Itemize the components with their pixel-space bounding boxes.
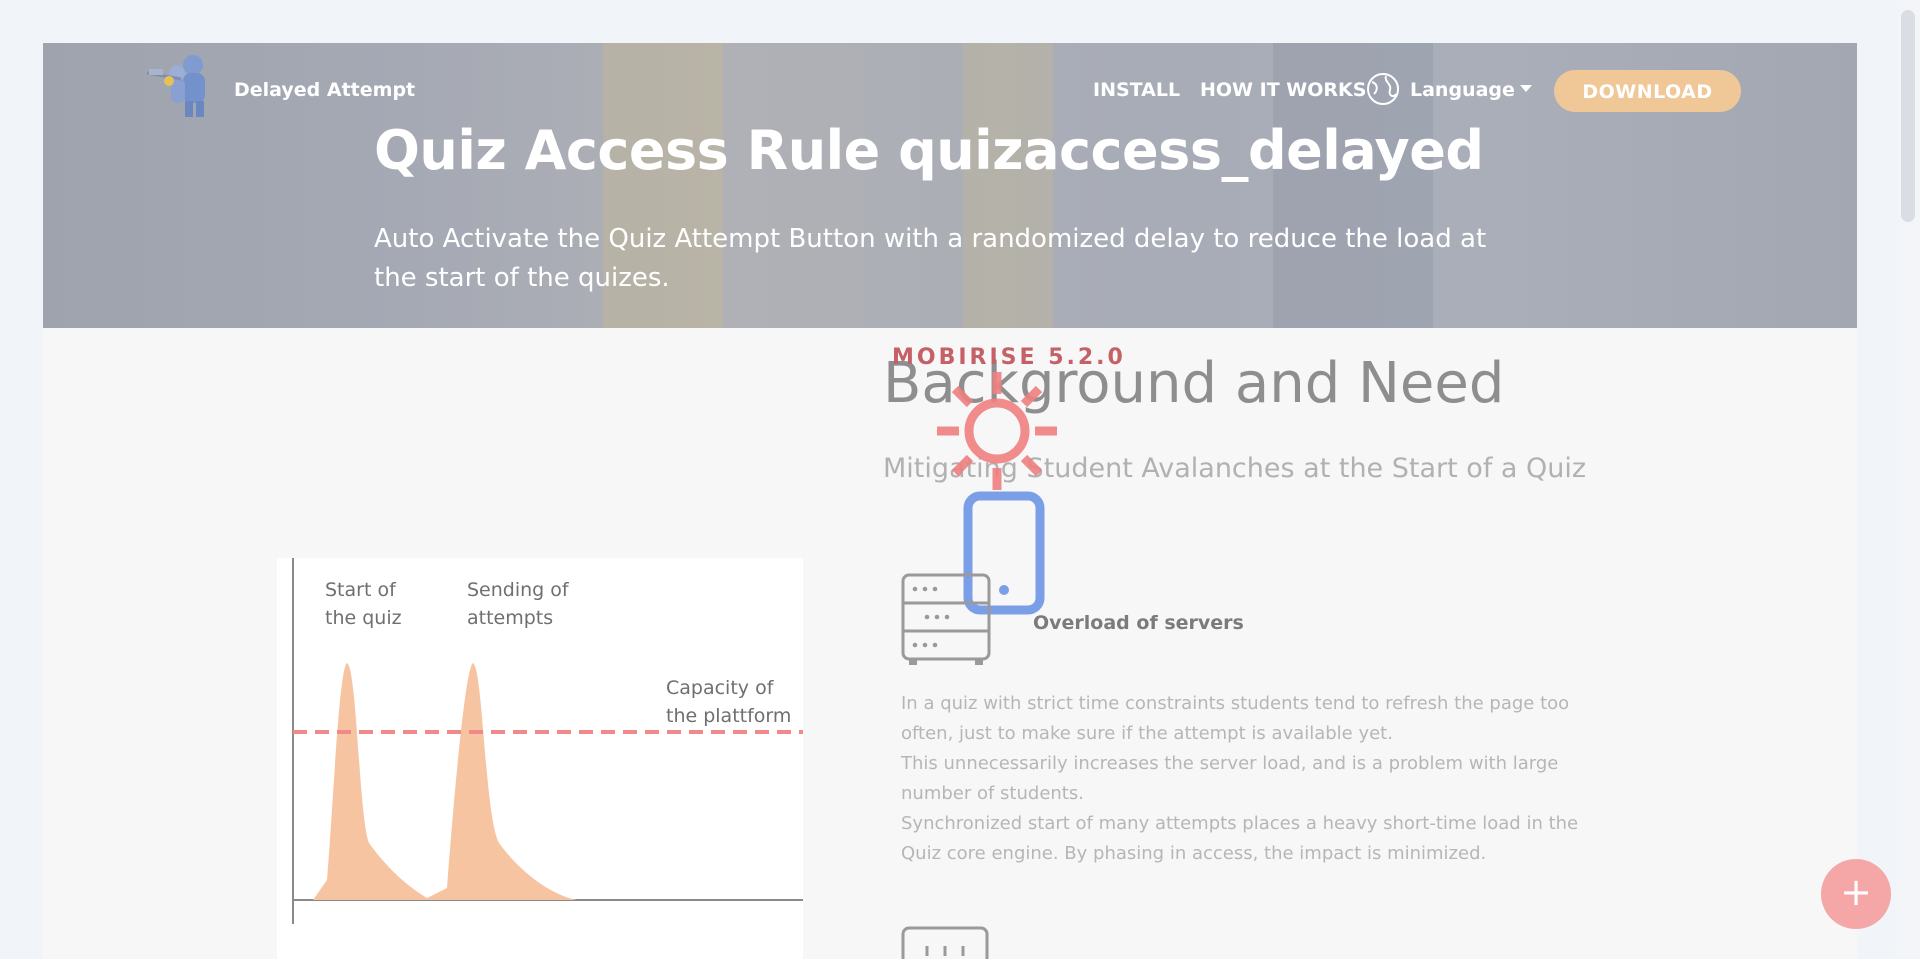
sun-icon — [933, 368, 1063, 497]
feature-description: In a quiz with strict time constraints s… — [901, 689, 1621, 869]
server-icon — [901, 573, 993, 669]
language-dropdown[interactable]: Language — [1410, 79, 1532, 101]
label-the-quiz: the quiz — [325, 607, 402, 629]
plus-icon: + — [1840, 870, 1872, 914]
hero-subtitle: Auto Activate the Quiz Attempt Button wi… — [374, 224, 1487, 293]
page-title: Quiz Access Rule quizaccess_delayed — [374, 119, 1484, 182]
label-attempts: attempts — [467, 607, 553, 629]
scrollbar-thumb[interactable] — [1901, 10, 1915, 222]
chevron-down-icon — [1519, 85, 1532, 92]
label-sending-of: Sending of — [467, 579, 570, 601]
brand-name[interactable]: Delayed Attempt — [234, 79, 415, 101]
loader-text: MOBIRISE 5.2.0 — [892, 345, 1126, 370]
hero-section: Delayed Attempt INSTALL HOW IT WORKS Lan… — [43, 43, 1857, 328]
label-capacity-of: Capacity of — [666, 677, 775, 699]
mascot-logo-icon[interactable] — [143, 51, 215, 121]
nav-link-how-it-works[interactable]: HOW IT WORKS — [1200, 79, 1366, 101]
feature-paragraph: In a quiz with strict time constraints s… — [901, 693, 1570, 744]
label-the-plattform: the plattform — [666, 705, 791, 727]
page: Delayed Attempt INSTALL HOW IT WORKS Lan… — [43, 43, 1857, 959]
load-peaks-figure: Start of the quiz Sending of attempts Ca… — [277, 558, 803, 959]
load-peaks-area — [313, 663, 577, 900]
language-label: Language — [1410, 79, 1515, 101]
label-start-of: Start of — [325, 579, 397, 601]
feature-paragraph: This unnecessarily increases the server … — [901, 753, 1559, 804]
nav-link-install[interactable]: INSTALL — [1093, 79, 1180, 101]
feature-paragraph: Synchronized start of many attempts plac… — [901, 813, 1579, 864]
download-button[interactable]: DOWNLOAD — [1554, 70, 1741, 112]
feature-title: Overload of servers — [1033, 612, 1244, 634]
add-fab-button[interactable]: + — [1821, 859, 1891, 929]
dashboard-icon — [901, 926, 991, 959]
globe-icon[interactable] — [1366, 72, 1400, 110]
